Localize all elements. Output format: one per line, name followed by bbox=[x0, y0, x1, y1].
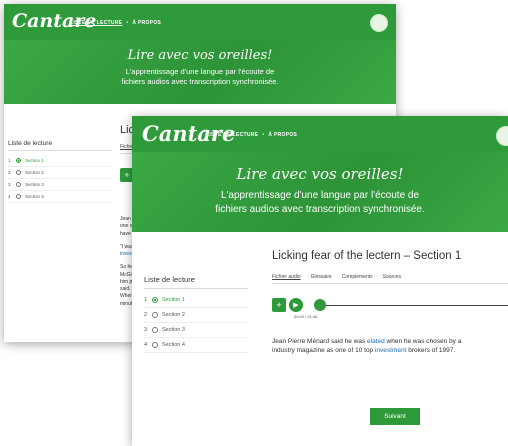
hero-banner: Lire avec vos oreilles! L'apprentissage … bbox=[4, 40, 396, 104]
nav-playlist-link[interactable]: LISTE DE LECTURE bbox=[206, 132, 258, 138]
playlist-item[interactable]: 4 Section 4 bbox=[144, 338, 248, 353]
avatar[interactable] bbox=[370, 14, 388, 32]
glossary-link-elated[interactable]: elated bbox=[367, 338, 385, 345]
play-icon[interactable]: ▶ bbox=[289, 298, 303, 312]
nav-about-link[interactable]: À PROPOS bbox=[132, 20, 161, 26]
nav-about-link[interactable]: À PROPOS bbox=[268, 132, 297, 138]
next-button[interactable]: Suivant bbox=[370, 408, 420, 425]
playlist: Liste de lecture 1 Section 1 2 Section 2 3… bbox=[8, 140, 112, 203]
glossary-link-investment[interactable]: investment bbox=[375, 347, 406, 354]
nav-playlist-link[interactable]: LISTE DE LECTURE bbox=[70, 20, 122, 26]
main-nav: LISTE DE LECTURE • À PROPOS bbox=[206, 132, 298, 138]
playlist-item[interactable]: 2 Section 2 bbox=[8, 167, 112, 179]
radio-icon[interactable] bbox=[152, 327, 158, 333]
hero-title: Lire avec vos oreilles! bbox=[127, 48, 273, 63]
radio-icon[interactable] bbox=[16, 194, 21, 199]
top-bar: Cantare LISTE DE LECTURE • À PROPOS bbox=[132, 116, 508, 152]
content-area: Licking fear of the lectern – Section 1 … bbox=[272, 250, 508, 356]
playlist-item[interactable]: 4 Section 4 bbox=[8, 191, 112, 203]
hero-title: Lire avec vos oreilles! bbox=[236, 165, 404, 183]
playlist-item[interactable]: 1 Section 1 bbox=[8, 155, 112, 167]
time-readout: 00:00 / 01:46 bbox=[294, 314, 318, 319]
radio-icon[interactable] bbox=[152, 297, 158, 303]
tab-sources[interactable]: Sources bbox=[383, 274, 401, 280]
radio-icon[interactable] bbox=[152, 312, 158, 318]
tab-audio-file[interactable]: Fichier audio bbox=[272, 274, 301, 280]
hero-subtitle: L'apprentissage d'une langue par l'écout… bbox=[215, 190, 425, 215]
playlist-item[interactable]: 3 Section 3 bbox=[8, 179, 112, 191]
playlist-title: Liste de lecture bbox=[144, 275, 248, 289]
playlist-title: Liste de lecture bbox=[8, 140, 112, 151]
hero-banner: Lire avec vos oreilles! L'apprentissage … bbox=[132, 152, 508, 232]
radio-icon[interactable] bbox=[16, 170, 21, 175]
foreground-window: Cantare LISTE DE LECTURE • À PROPOS Lire a… bbox=[132, 116, 508, 446]
playlist-item[interactable]: 1 Section 1 bbox=[144, 293, 248, 308]
avatar[interactable] bbox=[496, 126, 508, 146]
radio-icon[interactable] bbox=[152, 342, 158, 348]
playlist-item[interactable]: 3 Section 3 bbox=[144, 323, 248, 338]
audio-player: + ▶ bbox=[272, 298, 508, 312]
progress-knob[interactable] bbox=[314, 299, 326, 311]
hero-subtitle: L'apprentissage d'une langue par l'écout… bbox=[121, 67, 279, 87]
page-title: Licking fear of the lectern – Section 1 bbox=[272, 250, 462, 262]
radio-icon[interactable] bbox=[16, 182, 21, 187]
audio-progress-slider[interactable] bbox=[314, 299, 508, 311]
tab-bar: Fichier audio Glossaire Compléments Sour… bbox=[272, 274, 508, 284]
plus-icon[interactable]: + bbox=[272, 298, 286, 312]
main-nav: LISTE DE LECTURE • À PROPOS bbox=[70, 20, 162, 26]
playlist-item[interactable]: 2 Section 2 bbox=[144, 308, 248, 323]
transcript-text: Jean Pierre Ménard said he was elated wh… bbox=[272, 338, 462, 355]
tab-complements[interactable]: Compléments bbox=[342, 274, 373, 280]
top-bar: Cantare LISTE DE LECTURE • À PROPOS bbox=[4, 4, 396, 40]
radio-icon[interactable] bbox=[16, 158, 21, 163]
progress-track bbox=[314, 305, 508, 306]
playlist: Liste de lecture 1 Section 1 2 Section 2 3… bbox=[144, 275, 248, 353]
tab-glossary[interactable]: Glossaire bbox=[311, 274, 332, 280]
